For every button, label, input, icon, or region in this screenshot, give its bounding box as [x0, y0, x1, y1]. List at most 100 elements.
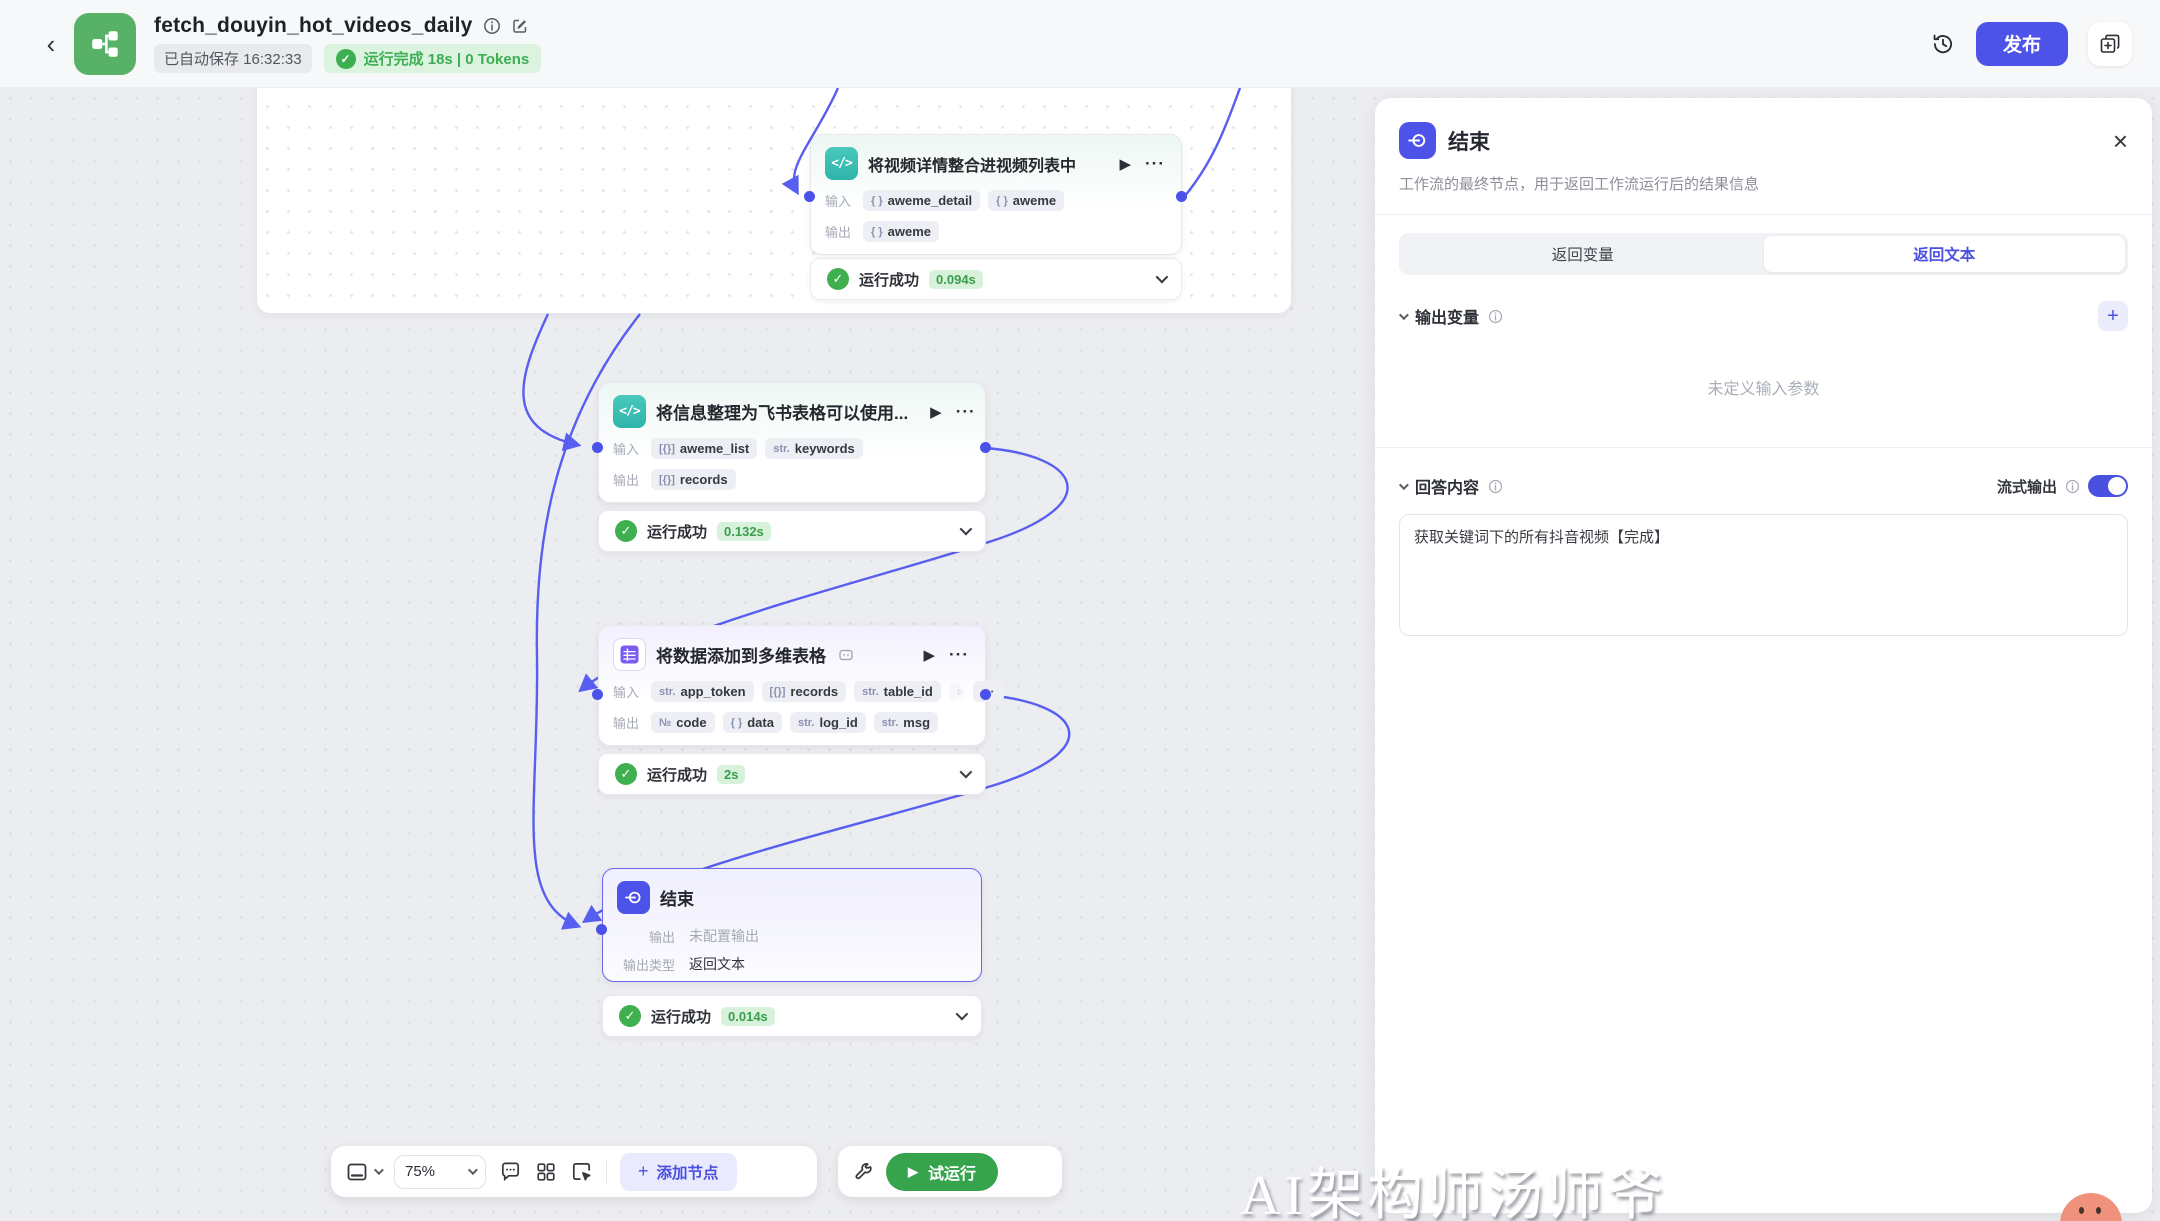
node-run-button[interactable]: ▶: [921, 646, 937, 664]
node-run-button[interactable]: ▶: [928, 403, 944, 421]
info-icon[interactable]: [483, 17, 501, 35]
chevron-down-icon[interactable]: [960, 766, 973, 779]
param-pill[interactable]: { }aweme: [988, 190, 1064, 211]
edit-icon[interactable]: [511, 17, 529, 35]
add-output-button[interactable]: +: [2098, 301, 2128, 331]
node-card-integrate-video[interactable]: </> 将视频详情整合进视频列表中 ▶ ··· 输入 { }aweme_deta…: [810, 134, 1182, 255]
node-more-button[interactable]: ···: [1143, 154, 1167, 174]
output-type-label: 输出类型: [617, 955, 675, 974]
param-pill[interactable]: str.msg: [874, 712, 938, 733]
port-node1-in[interactable]: [804, 191, 815, 202]
run-toolbar: ▶ 试运行: [838, 1146, 1062, 1197]
param-pill[interactable]: str.app_token: [651, 681, 754, 702]
output-type-value: 返回文本: [689, 954, 745, 974]
code-node-icon: </>: [825, 147, 858, 180]
param-pill[interactable]: { }data: [723, 712, 782, 733]
zoom-select[interactable]: 75%: [394, 1155, 486, 1189]
port-node3-out[interactable]: [980, 689, 991, 700]
param-pill-truncated: str.: [949, 683, 965, 701]
node-title: 结束: [660, 885, 694, 910]
collapse-chevron-icon[interactable]: [1399, 310, 1409, 320]
minimap-toggle-button[interactable]: [345, 1160, 381, 1184]
workflow-editor: ‹ fetch_douyin_hot_videos_daily: [0, 0, 2160, 1221]
toolbar-divider: [606, 1160, 607, 1184]
info-icon: [2065, 479, 2080, 494]
input-label: 输入: [613, 439, 643, 458]
port-node1-out[interactable]: [1176, 191, 1187, 202]
app-logo: [74, 13, 136, 75]
chevron-down-icon: [374, 1165, 384, 1175]
port-node2-out[interactable]: [980, 442, 991, 453]
info-icon: [1488, 309, 1503, 324]
play-icon: ▶: [908, 1164, 918, 1180]
port-node3-in[interactable]: [592, 689, 603, 700]
run-status-badge[interactable]: ✓ 运行完成 18s | 0 Tokens: [324, 44, 542, 73]
layout-grid-icon: [535, 1161, 557, 1183]
divider: [1375, 447, 2152, 448]
test-run-button[interactable]: ▶ 试运行: [886, 1153, 998, 1191]
chevron-down-icon[interactable]: [960, 523, 973, 536]
history-button[interactable]: [1930, 31, 1956, 57]
status-bar-node3[interactable]: ✓ 运行成功 2s: [598, 753, 986, 795]
param-pill[interactable]: [{}]aweme_list: [651, 438, 757, 459]
port-node4-in[interactable]: [596, 924, 607, 935]
panel-description: 工作流的最终节点，用于返回工作流运行后的结果信息: [1399, 173, 2128, 194]
canvas-toolbar: 75%: [331, 1146, 817, 1197]
check-icon: ✓: [336, 49, 356, 69]
select-tool-button[interactable]: [570, 1160, 593, 1183]
debug-tools-button[interactable]: [852, 1161, 874, 1183]
node-more-button[interactable]: ···: [954, 402, 978, 422]
param-pill[interactable]: str.table_id: [854, 681, 941, 702]
end-node-icon: [1399, 122, 1436, 159]
back-button[interactable]: ‹: [36, 29, 66, 59]
status-bar-node1[interactable]: ✓ 运行成功 0.094s: [810, 258, 1182, 300]
status-time-badge: 0.094s: [929, 270, 983, 289]
bitable-node-icon: [613, 638, 646, 671]
add-node-button[interactable]: + 添加节点: [620, 1153, 737, 1191]
chevron-down-icon[interactable]: [956, 1008, 969, 1021]
param-pill[interactable]: №code: [651, 712, 715, 733]
status-check-icon: ✓: [615, 520, 637, 542]
param-pill[interactable]: [{}]records: [762, 681, 847, 702]
stream-toggle[interactable]: [2088, 475, 2128, 497]
node-card-format-feishu[interactable]: </> 将信息整理为飞书表格可以使用... ▶ ··· 输入 [{}]aweme…: [598, 382, 986, 503]
node-run-button[interactable]: ▶: [1117, 155, 1133, 173]
port-node2-in[interactable]: [592, 442, 603, 453]
end-node-icon: [617, 881, 650, 914]
status-bar-node2[interactable]: ✓ 运行成功 0.132s: [598, 510, 986, 552]
publish-button[interactable]: 发布: [1976, 22, 2068, 66]
param-pill[interactable]: [{}]records: [651, 469, 736, 490]
tab-return-variable[interactable]: 返回变量: [1402, 236, 1764, 272]
node-card-end[interactable]: 结束 输出 未配置输出 输出类型 返回文本: [602, 868, 982, 982]
output-value: 未配置输出: [689, 926, 759, 946]
status-time-badge: 0.132s: [717, 522, 771, 541]
param-pill[interactable]: { }aweme_detail: [863, 190, 980, 211]
answer-textarea[interactable]: 获取关键词下的所有抖音视频【完成】: [1399, 514, 2128, 636]
collapse-chevron-icon[interactable]: [1399, 480, 1409, 490]
comment-button[interactable]: [499, 1160, 522, 1183]
workflow-title: fetch_douyin_hot_videos_daily: [154, 14, 473, 38]
close-icon[interactable]: ×: [2113, 130, 2128, 152]
output-label: 输出: [617, 927, 675, 946]
output-label: 输出: [825, 222, 855, 241]
comment-icon: [499, 1160, 522, 1183]
select-cursor-icon: [570, 1160, 593, 1183]
param-pill[interactable]: { }aweme: [863, 221, 939, 242]
duplicate-icon: [2099, 33, 2121, 55]
chevron-down-icon[interactable]: [1156, 271, 1169, 284]
duplicate-button[interactable]: [2088, 22, 2132, 66]
status-time-badge: 2s: [717, 765, 745, 784]
param-pill[interactable]: str.keywords: [765, 438, 863, 459]
answer-title: 回答内容: [1415, 474, 1479, 498]
node-title: 将信息整理为飞书表格可以使用...: [656, 399, 908, 424]
status-check-icon: ✓: [619, 1005, 641, 1027]
return-mode-tabs: 返回变量 返回文本: [1399, 233, 2128, 275]
tab-return-text[interactable]: 返回文本: [1764, 236, 2126, 272]
node-card-add-to-bitable[interactable]: 将数据添加到多维表格 ▶ ··· 输入 str.app_token [{}]re…: [598, 625, 986, 746]
layout-grid-button[interactable]: [535, 1161, 557, 1183]
plus-icon: +: [638, 1161, 649, 1182]
node-more-button[interactable]: ···: [947, 645, 971, 665]
panel-title: 结束: [1448, 126, 1490, 156]
status-bar-node4[interactable]: ✓ 运行成功 0.014s: [602, 995, 982, 1037]
param-pill[interactable]: str.log_id: [790, 712, 866, 733]
